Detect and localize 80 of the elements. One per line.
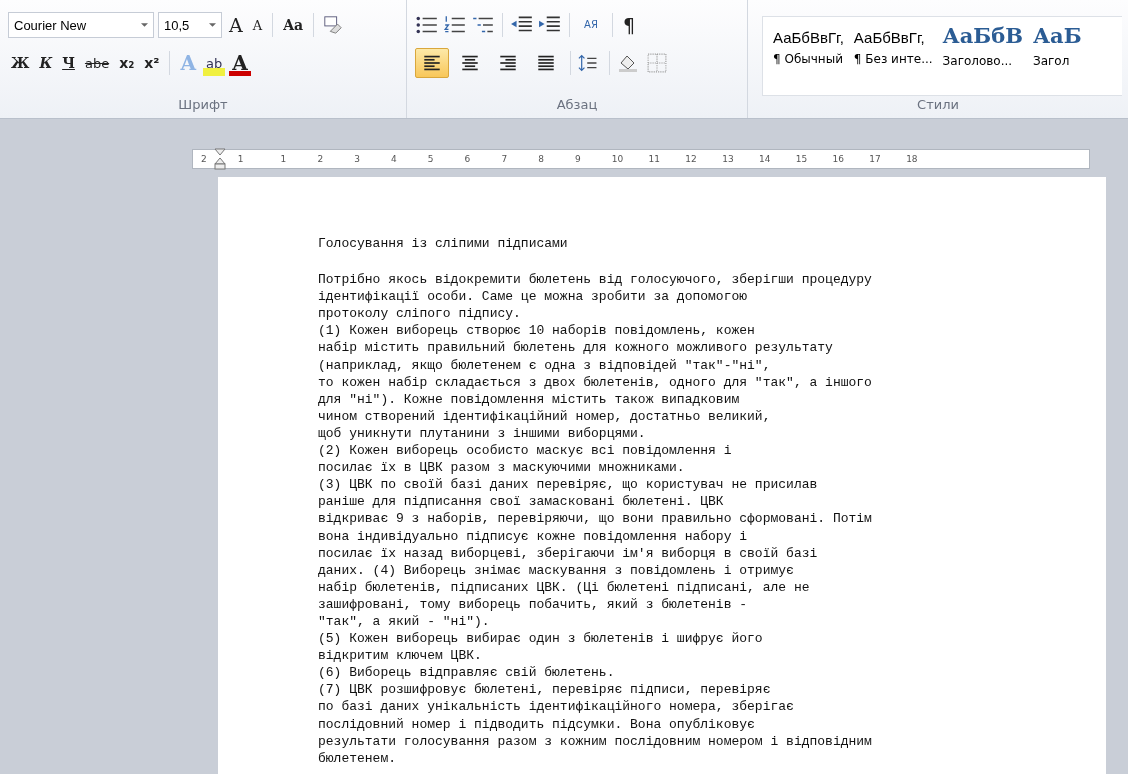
style-item[interactable]: АаБбВвГг, ¶ Обычный bbox=[773, 29, 844, 95]
text-line: (3) ЦВК по своїй базі даних перевіряє, що користувач не присилав bbox=[318, 476, 819, 494]
text-line: набір бюлетенів, підписаних ЦВК. (Ці бюлетені підписані, але не bbox=[318, 578, 811, 596]
numbered-list-icon[interactable] bbox=[443, 15, 467, 35]
text-line: "так", а який - "ні"). bbox=[318, 612, 491, 631]
group-label: Стили bbox=[916, 97, 960, 112]
ruler-number: 14 bbox=[758, 154, 772, 164]
group-label: Абзац bbox=[555, 97, 599, 112]
text-line: відкритим ключем ЦВК. bbox=[318, 647, 483, 665]
text-line: (6) Виборець відправляє свій бюлетень. bbox=[318, 664, 616, 682]
align-lines-icon bbox=[535, 54, 557, 72]
show-marks-button[interactable]: ¶ bbox=[620, 12, 639, 38]
document-title: Голосування із сліпими підписами bbox=[318, 235, 569, 253]
text-line: зашифровані, тому виборець побачить, який з бюлетенів - bbox=[318, 595, 749, 613]
ruler-number: 5 bbox=[427, 154, 435, 164]
text-line: по базі даних унікальність ідентифікаційного номера, зберігає bbox=[318, 698, 795, 716]
ruler-number: 17 bbox=[869, 154, 882, 164]
ruler-number: 16 bbox=[832, 154, 845, 164]
ruler-number: 1 bbox=[237, 154, 245, 164]
text-line: бюлетенем. bbox=[318, 749, 397, 767]
ruler-number: 2 bbox=[201, 154, 208, 164]
ruler-number: 2 bbox=[317, 154, 325, 164]
text-line: протоколу сліпого підпису. bbox=[318, 305, 522, 323]
shrink-font-button[interactable]: A bbox=[249, 12, 266, 38]
ruler-number: 18 bbox=[906, 154, 919, 164]
text-line: раніше для підписання свої замасковані бюлетені. ЦВК bbox=[318, 493, 725, 511]
text-line: (1) Кожен виборець створює 10 наборів повідомлень, кожен bbox=[318, 322, 756, 340]
grow-font-button[interactable]: A bbox=[226, 12, 246, 38]
align-lines-icon bbox=[421, 54, 443, 72]
multilevel-list-icon[interactable] bbox=[471, 15, 495, 35]
text-line: набір містить правильний бюлетень для кожного можливого результату bbox=[318, 339, 834, 357]
align-button[interactable] bbox=[415, 48, 449, 78]
text-line: (наприклад, якщо бюлетенем є одна з відповідей "так"-"ні", bbox=[318, 356, 772, 374]
ruler-number: 12 bbox=[685, 154, 698, 164]
style-item[interactable]: АаБ Загол bbox=[1033, 29, 1082, 95]
change-case-button[interactable]: Aa bbox=[280, 12, 307, 38]
dropdown-arrow-icon[interactable] bbox=[209, 22, 216, 28]
ruler-number: 13 bbox=[722, 154, 735, 164]
text-line: Потрібно якось відокремити бюлетень від голосуючого, зберігши процедуру bbox=[318, 271, 873, 289]
sort-button[interactable]: АЯ bbox=[577, 12, 605, 38]
bullet-list-icon[interactable] bbox=[415, 15, 439, 35]
subscript-button[interactable]: x₂ bbox=[116, 50, 138, 76]
ruler-number: 7 bbox=[501, 154, 509, 164]
style-item[interactable]: АаБбВвГг, ¶ Без инте... bbox=[853, 29, 933, 95]
text-line: вона індивідуально підписує кожне повідомлення набору і bbox=[318, 527, 749, 545]
text-line: (5) Кожен виборець вибирає один з бюлетенів і шифрує його bbox=[318, 630, 764, 648]
text-line: (7) ЦВК розшифровує бюлетені, перевіряє підписи, перевіряє bbox=[318, 681, 772, 699]
text-line: (2) Кожен виборець особисто маскує всі повідомлення і bbox=[318, 442, 733, 460]
dropdown-arrow-icon[interactable] bbox=[141, 22, 148, 28]
text-line: посилає їх в ЦВК разом з маскуючими множниками. bbox=[318, 459, 686, 477]
align-lines-icon bbox=[497, 54, 519, 72]
ruler-number: 3 bbox=[354, 154, 361, 164]
text-line: для "ні"). Кожне повідомлення містить також випадковим bbox=[318, 390, 741, 408]
ruler-number: 11 bbox=[648, 154, 661, 164]
ruler-number: 1 bbox=[280, 154, 288, 164]
ruler-number: 6 bbox=[464, 154, 472, 164]
text-line: то кожен набір складається з двох бюлетенів, одного для "так", а іншого bbox=[318, 373, 873, 391]
text-line: даних. (4) Виборець знімає маскування з повідомлень і отримує bbox=[318, 561, 795, 579]
text-line: чином створений ідентифікаційний номер, достатньо великий, bbox=[318, 407, 772, 425]
font-size-field[interactable]: 10,5 bbox=[158, 12, 222, 38]
text-line: посилає їх назад виборцеві, зберігаючи ім'я виборця в своїй базі bbox=[318, 544, 819, 562]
ruler-number: 10 bbox=[611, 154, 625, 164]
indent-marker-icon[interactable] bbox=[214, 148, 226, 170]
ruler-number: 8 bbox=[538, 154, 545, 164]
text-line: послідовний номер і підводить підсумки. Вона опубліковує bbox=[318, 715, 756, 733]
bold-button[interactable]: Ж bbox=[8, 50, 33, 76]
ruler-number: 4 bbox=[391, 154, 398, 164]
superscript-button[interactable]: x² bbox=[141, 50, 163, 76]
text-line: щоб уникнути плутанини з іншими виборцями. bbox=[318, 424, 647, 443]
font-name-field[interactable]: Courier New bbox=[8, 12, 154, 38]
text-line: відкриває 9 з наборів, перевіряючи, що вони правильно сформовані. Потім bbox=[318, 510, 873, 528]
text-line: результати голосування разом з кожним послідовним номером і відповідним bbox=[318, 732, 873, 750]
underline-button[interactable]: Ч bbox=[59, 50, 78, 76]
strikethrough-button[interactable]: abe bbox=[81, 50, 113, 76]
ruler-number: 15 bbox=[795, 154, 809, 164]
group-label: Шрифт bbox=[177, 97, 229, 112]
italic-button[interactable]: К bbox=[36, 50, 56, 76]
ruler-number: 9 bbox=[574, 154, 582, 164]
text-line: ідентифікації особи. Саме це можна зробити за допомогою bbox=[318, 288, 749, 306]
align-lines-icon bbox=[459, 54, 481, 72]
